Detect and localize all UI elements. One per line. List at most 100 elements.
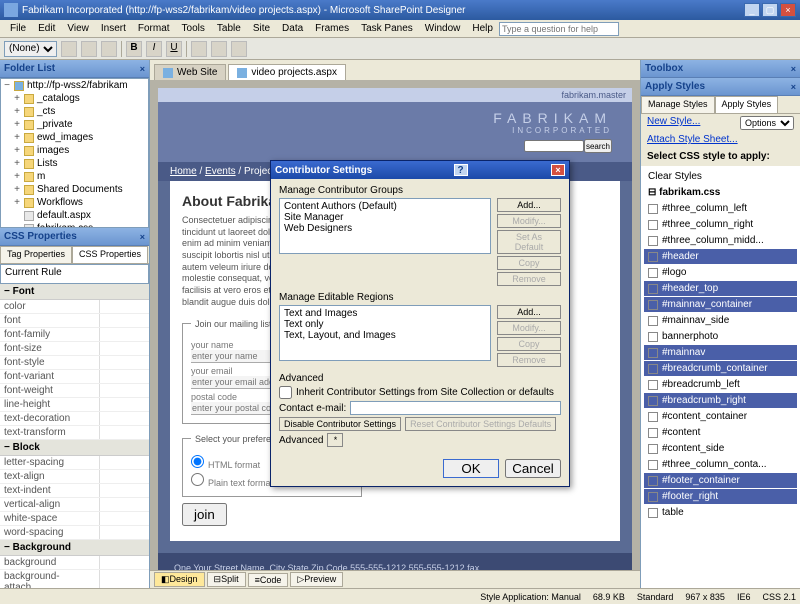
list-item[interactable]: Web Designers	[282, 223, 488, 234]
list-item[interactable]: Site Manager	[282, 212, 488, 223]
style-list[interactable]: Clear Styles⊟ fabrikam.css#three_column_…	[641, 166, 800, 588]
prop-row[interactable]: word-spacing	[0, 526, 149, 540]
dialog-close-button[interactable]: ×	[551, 164, 565, 176]
menu-file[interactable]: File	[4, 21, 32, 36]
style-dropdown[interactable]: (None)	[4, 41, 57, 57]
close-icon[interactable]: ×	[140, 232, 145, 242]
style-item[interactable]: #content_container	[644, 409, 797, 424]
align-left-icon[interactable]	[191, 41, 207, 57]
style-item[interactable]: #header	[644, 249, 797, 264]
prop-group[interactable]: − Font	[0, 284, 149, 300]
prop-row[interactable]: font-family	[0, 328, 149, 342]
help-icon[interactable]: ?	[454, 164, 468, 176]
prop-row[interactable]: font-weight	[0, 384, 149, 398]
tab-manage-styles[interactable]: Manage Styles	[641, 96, 715, 113]
style-item[interactable]: table	[644, 505, 797, 520]
menu-insert[interactable]: Insert	[95, 21, 132, 36]
style-item[interactable]: #three_column_midd...	[644, 233, 797, 248]
style-item[interactable]: #mainnav	[644, 345, 797, 360]
stylesheet-node[interactable]: ⊟ fabrikam.css	[644, 185, 797, 200]
style-item[interactable]: #breadcrumb_left	[644, 377, 797, 392]
close-icon[interactable]: ×	[791, 82, 796, 92]
tree-item[interactable]: +ewd_images	[11, 131, 148, 144]
tree-item[interactable]: +m	[11, 170, 148, 183]
maximize-button[interactable]: ▢	[762, 3, 778, 17]
list-item[interactable]: Text and Images	[282, 308, 488, 319]
style-item[interactable]: #content	[644, 425, 797, 440]
style-item[interactable]: #mainnav_side	[644, 313, 797, 328]
prop-row[interactable]: text-align	[0, 470, 149, 484]
menu-task-panes[interactable]: Task Panes	[355, 21, 419, 36]
menu-tools[interactable]: Tools	[176, 21, 211, 36]
style-item[interactable]: #footer_right	[644, 489, 797, 504]
bold-icon[interactable]: B	[126, 41, 142, 57]
prop-row[interactable]: color	[0, 300, 149, 314]
tree-item[interactable]: +Lists	[11, 157, 148, 170]
html-format-radio[interactable]	[191, 455, 204, 468]
new-style-link[interactable]: New Style...	[647, 116, 700, 127]
style-item[interactable]: #content_side	[644, 441, 797, 456]
open-icon[interactable]	[81, 41, 97, 57]
menu-data[interactable]: Data	[276, 21, 309, 36]
breadcrumb-home[interactable]: Home	[170, 166, 197, 177]
italic-icon[interactable]: I	[146, 41, 162, 57]
style-item[interactable]: #footer_container	[644, 473, 797, 488]
menu-help[interactable]: Help	[466, 21, 499, 36]
prop-row[interactable]: text-decoration	[0, 412, 149, 426]
doc-tab[interactable]: Web Site	[154, 64, 226, 80]
prop-row[interactable]: letter-spacing	[0, 456, 149, 470]
style-item[interactable]: #mainnav_container	[644, 297, 797, 312]
prop-row[interactable]: font-size	[0, 342, 149, 356]
style-item[interactable]: #breadcrumb_container	[644, 361, 797, 376]
menu-site[interactable]: Site	[247, 21, 276, 36]
contact-email-field[interactable]	[350, 401, 561, 415]
copy-button[interactable]: Copy	[497, 256, 561, 270]
style-item[interactable]: #three_column_left	[644, 201, 797, 216]
view-design[interactable]: ◧Design	[154, 572, 205, 587]
menu-window[interactable]: Window	[419, 21, 467, 36]
search-input[interactable]	[524, 140, 584, 152]
modify-button[interactable]: Modify...	[497, 321, 561, 335]
remove-button[interactable]: Remove	[497, 272, 561, 286]
minimize-button[interactable]: _	[744, 3, 760, 17]
tab-tag-properties[interactable]: Tag Properties	[0, 246, 72, 263]
tree-item[interactable]: default.aspx	[11, 209, 148, 222]
new-icon[interactable]	[61, 41, 77, 57]
prop-row[interactable]: line-height	[0, 398, 149, 412]
style-item[interactable]: #logo	[644, 265, 797, 280]
style-item[interactable]: #three_column_conta...	[644, 457, 797, 472]
inherit-checkbox[interactable]	[279, 386, 292, 399]
style-item[interactable]: #breadcrumb_right	[644, 393, 797, 408]
tree-item[interactable]: +Workflows	[11, 196, 148, 209]
close-button[interactable]: ×	[780, 3, 796, 17]
menu-frames[interactable]: Frames	[309, 21, 355, 36]
menu-table[interactable]: Table	[211, 21, 247, 36]
ok-button[interactable]: OK	[443, 459, 499, 478]
tab-css-properties[interactable]: CSS Properties	[72, 246, 148, 263]
modify-button[interactable]: Modify...	[497, 214, 561, 228]
prop-group[interactable]: − Block	[0, 440, 149, 456]
tree-item[interactable]: +_cts	[11, 105, 148, 118]
tree-root[interactable]: −http://fp-wss2/fabrikam	[1, 79, 148, 92]
add-button[interactable]: Add...	[497, 198, 561, 212]
copy-button[interactable]: Copy	[497, 337, 561, 351]
reset-defaults-button[interactable]: Reset Contributor Settings Defaults	[405, 417, 556, 431]
prop-group[interactable]: − Background	[0, 540, 149, 556]
align-center-icon[interactable]	[211, 41, 227, 57]
prop-row[interactable]: vertical-align	[0, 498, 149, 512]
close-icon[interactable]: ×	[140, 64, 145, 74]
prop-row[interactable]: font	[0, 314, 149, 328]
attach-sheet-link[interactable]: Attach Style Sheet...	[647, 134, 738, 145]
prop-row[interactable]: font-variant	[0, 370, 149, 384]
prop-row[interactable]: text-transform	[0, 426, 149, 440]
save-icon[interactable]	[101, 41, 117, 57]
list-item[interactable]: Content Authors (Default)	[282, 201, 488, 212]
search-button[interactable]: search	[584, 139, 612, 153]
plain-text-radio[interactable]	[191, 473, 204, 486]
view-split[interactable]: ⊟Split	[207, 572, 246, 587]
align-right-icon[interactable]	[231, 41, 247, 57]
prop-row[interactable]: text-indent	[0, 484, 149, 498]
close-icon[interactable]: ×	[791, 64, 796, 74]
breadcrumb-events[interactable]: Events	[205, 166, 236, 177]
tab-apply-styles[interactable]: Apply Styles	[715, 96, 779, 113]
